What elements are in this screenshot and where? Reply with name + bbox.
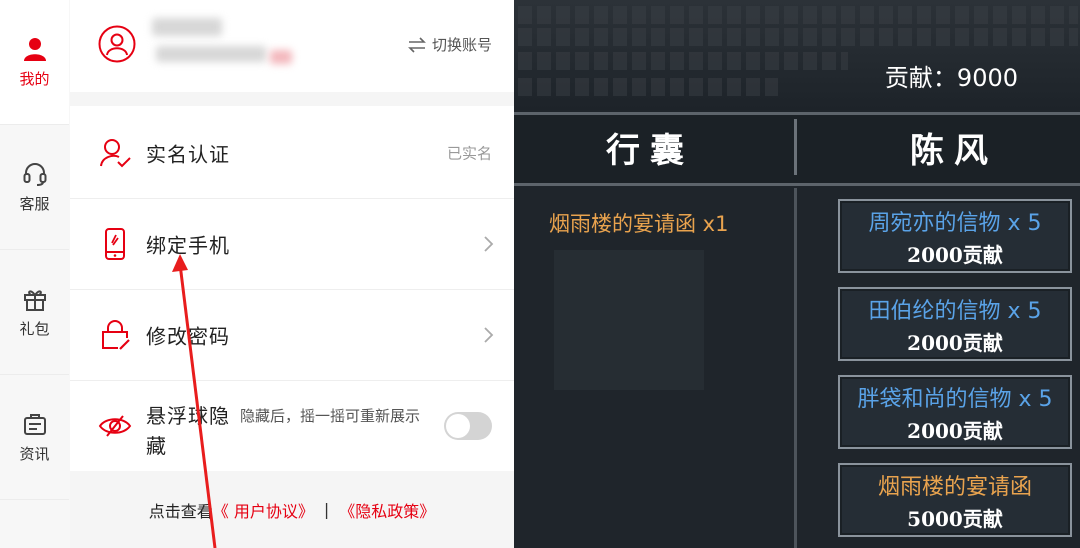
policy-footer: 点击查看 《 用户协议》 | 《隐私政策》	[70, 471, 514, 548]
blurred-username	[152, 18, 222, 36]
change-password-title: 修改密码	[146, 324, 230, 349]
section-gap	[70, 92, 514, 106]
realname-title: 实名认证	[146, 142, 230, 167]
avatar-icon	[98, 25, 136, 63]
switch-account-label: 切换账号	[431, 36, 492, 54]
faint-dialog-text	[518, 6, 1078, 24]
sdk-panel: 我的 客服 礼包 资讯 切换账号 实名认证 已实名 绑定手机 修改密码 悬浮球隐…	[0, 0, 514, 548]
headset-icon	[23, 162, 46, 186]
shop-item-name: 周宛亦的信物 x 5	[868, 211, 1042, 236]
blurred-account-id	[156, 46, 266, 62]
chevron-right-icon	[484, 236, 494, 252]
footer-prefix: 点击查看	[148, 501, 213, 521]
merchant-column-title: 陈风	[910, 131, 998, 171]
shop-item-price: 2000贡献	[907, 331, 1003, 355]
float-ball-toggle[interactable]	[444, 412, 492, 440]
faint-dialog-text	[518, 28, 1078, 46]
shop-item-price: 5000贡献	[907, 507, 1003, 531]
game-shop-panel: 贡献：9000 行囊 陈风 烟雨楼的宴请函 x1 周宛亦的信物 x 5 2000…	[514, 0, 1080, 548]
shop-item-name: 胖袋和尚的信物 x 5	[857, 387, 1053, 412]
toggle-knob	[446, 414, 470, 438]
shop-item-card[interactable]: 烟雨楼的宴请函 5000贡献	[838, 463, 1072, 537]
chevron-right-icon	[484, 327, 494, 343]
swap-arrows-icon	[408, 36, 426, 53]
bind-phone-title: 绑定手机	[146, 233, 230, 258]
eye-hide-icon	[98, 415, 132, 437]
bag-item[interactable]: 烟雨楼的宴请函 x1	[549, 208, 728, 238]
column-divider	[794, 119, 797, 175]
nav-label: 资讯	[19, 444, 50, 463]
faint-dialog-text	[518, 78, 778, 96]
float-ball-row: 悬浮球隐藏 隐藏后，摇一摇可重新展示	[70, 381, 514, 471]
privacy-policy-link[interactable]: 《隐私政策》	[339, 498, 435, 522]
side-nav: 我的 客服 礼包 资讯	[0, 0, 71, 548]
nav-label: 我的	[19, 69, 50, 88]
nav-item-mine[interactable]: 我的	[0, 0, 69, 125]
news-icon	[23, 413, 46, 435]
faint-portrait	[554, 250, 704, 390]
float-ball-title: 悬浮球隐藏	[146, 404, 230, 458]
change-password-row[interactable]: 修改密码	[70, 290, 514, 381]
account-header: 切换账号	[70, 0, 514, 92]
footer-separator: |	[323, 500, 330, 519]
faint-dialog-text	[518, 52, 848, 70]
shop-item-card[interactable]: 田伯纶的信物 x 5 2000贡献	[838, 287, 1072, 361]
bag-column-title: 行囊	[606, 131, 694, 171]
body-divider	[794, 188, 797, 548]
shop-item-price: 2000贡献	[907, 243, 1003, 267]
shop-item-name: 烟雨楼的宴请函	[877, 475, 1032, 500]
nav-item-service[interactable]: 客服	[0, 125, 69, 250]
switch-account-button[interactable]: 切换账号	[407, 34, 492, 55]
nav-item-news[interactable]: 资讯	[0, 375, 69, 500]
blurred-badge	[270, 50, 292, 64]
contribution-counter: 贡献：9000	[884, 64, 1018, 92]
gift-icon	[23, 289, 46, 311]
shop-item-card[interactable]: 周宛亦的信物 x 5 2000贡献	[838, 199, 1072, 273]
shop-item-name: 田伯纶的信物 x 5	[868, 299, 1042, 324]
nav-item-gift[interactable]: 礼包	[0, 250, 69, 375]
account-main: 切换账号 实名认证 已实名 绑定手机 修改密码 悬浮球隐藏 隐藏后，摇一摇可重新…	[70, 0, 514, 548]
user-agreement-link[interactable]: 《 用户协议》	[213, 498, 314, 522]
shop-item-card[interactable]: 胖袋和尚的信物 x 5 2000贡献	[838, 375, 1072, 449]
verify-person-icon	[100, 139, 131, 168]
float-ball-description: 隐藏后，摇一摇可重新展示	[240, 407, 421, 425]
nav-label: 客服	[19, 194, 50, 213]
shop-column-header: 行囊 陈风	[514, 112, 1080, 186]
bind-phone-row[interactable]: 绑定手机	[70, 199, 514, 290]
shop-item-price: 2000贡献	[907, 419, 1003, 443]
user-icon	[23, 37, 46, 61]
realname-verify-row[interactable]: 实名认证 已实名	[70, 108, 514, 199]
game-top-area: 贡献：9000	[514, 0, 1080, 110]
phone-icon	[105, 228, 125, 260]
nav-label: 礼包	[19, 319, 50, 338]
lock-edit-icon	[102, 320, 130, 350]
realname-status: 已实名	[446, 144, 492, 163]
